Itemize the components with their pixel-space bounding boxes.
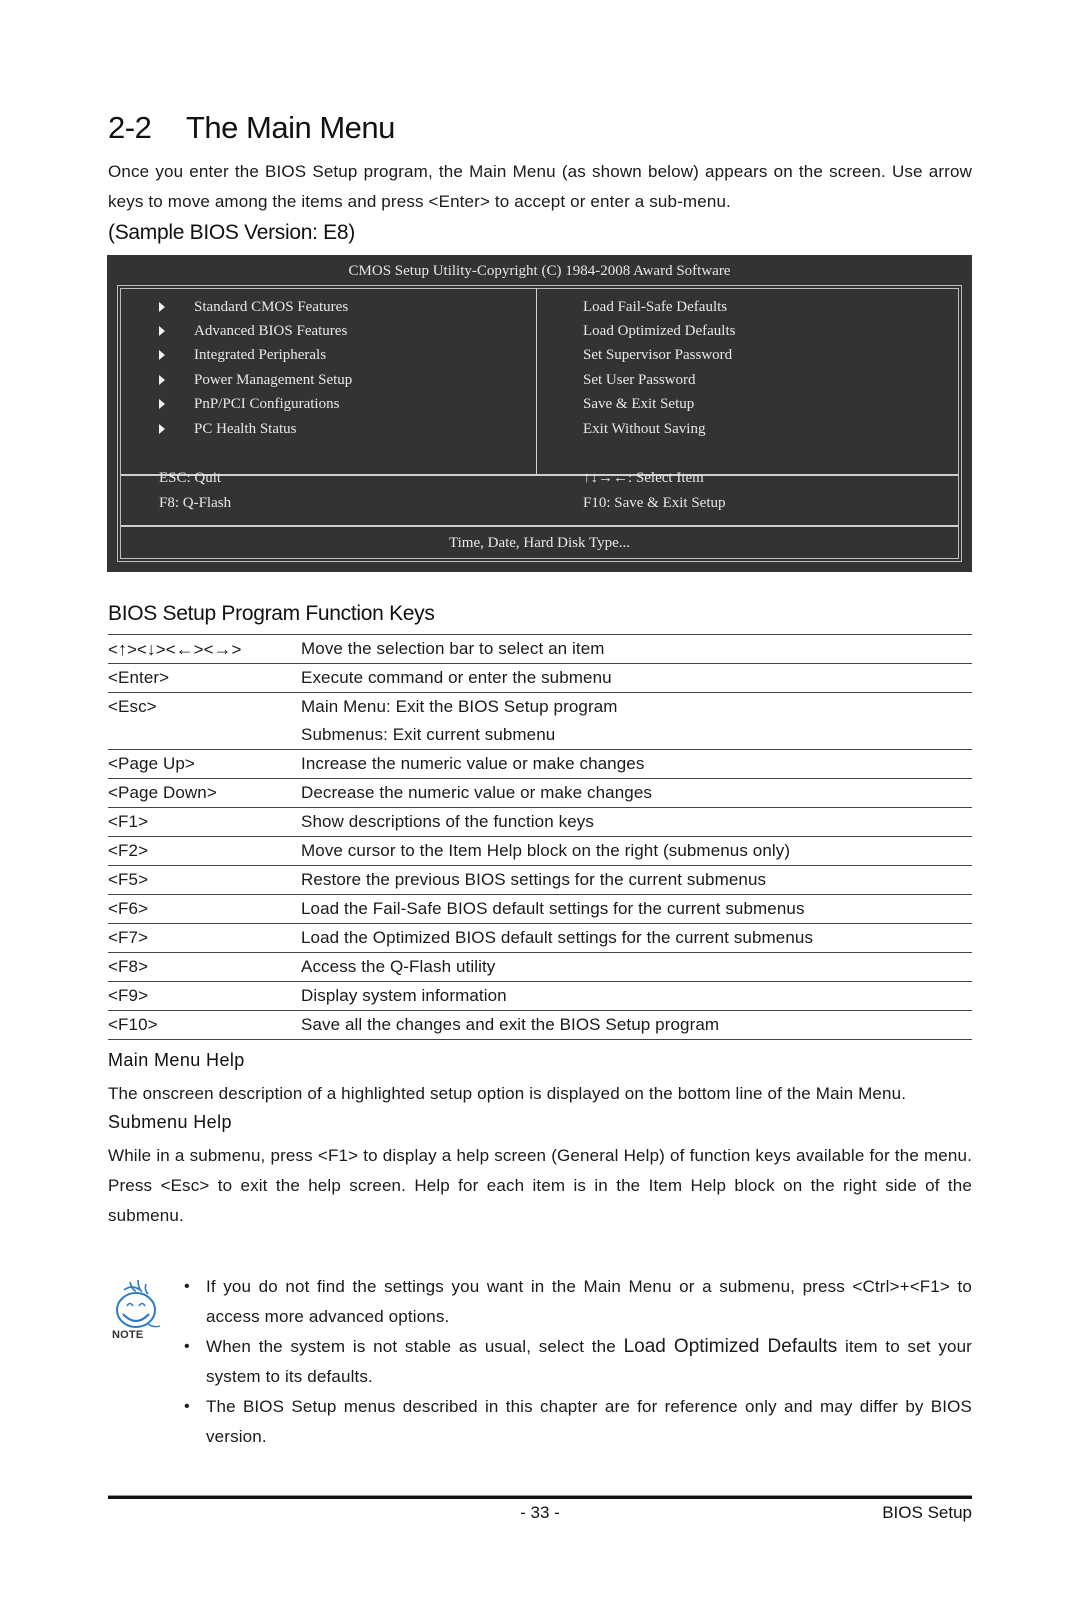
table-row: <F6> Load the Fail-Safe BIOS default set… xyxy=(108,894,972,923)
arrow-up-icon: ↑ xyxy=(117,639,127,659)
section-number: 2-2 xyxy=(108,110,152,145)
bios-divider xyxy=(121,474,958,476)
note-label: NOTE xyxy=(112,1329,144,1341)
bios-menu-item: Power Management Setup xyxy=(194,372,353,388)
key-description: Execute command or enter the submenu xyxy=(301,668,612,687)
key-name: <Page Up> xyxy=(108,754,195,773)
table-row: <F1> Show descriptions of the function k… xyxy=(108,807,972,836)
key-name: <F5> xyxy=(108,870,149,889)
key-description: Save all the changes and exit the BIOS S… xyxy=(301,1015,720,1034)
highlighted-term: Load Optimized Defaults xyxy=(623,1336,838,1357)
bios-hint-f8: F8: Q-Flash xyxy=(159,495,232,511)
key-name: <F10> xyxy=(108,1015,158,1034)
key-arrows: <↑><↓><←><→> xyxy=(108,639,242,659)
key-description: Submenus: Exit current submenu xyxy=(301,725,556,744)
bios-menu-item: Advanced BIOS Features xyxy=(194,323,348,339)
note-bullet: • When the system is not stable as usual… xyxy=(182,1332,972,1392)
arrow-left-icon: ← xyxy=(175,639,194,659)
bullet-icon: • xyxy=(184,1278,190,1295)
footer-rule xyxy=(108,1495,972,1499)
key-description: Load the Optimized BIOS default settings… xyxy=(301,928,814,947)
bios-header: CMOS Setup Utility-Copyright (C) 1984-20… xyxy=(348,263,731,279)
key-name: <F8> xyxy=(108,957,149,976)
key-description: Display system information xyxy=(301,986,507,1005)
arrow-down-icon: ↓ xyxy=(146,639,156,659)
section-title: 2-2 The Main Menu xyxy=(108,110,395,146)
page-number: - 33 - xyxy=(520,1503,560,1522)
table-row: <↑><↓><←><→> Move the selection bar to s… xyxy=(108,634,972,663)
submenu-arrow-icon xyxy=(159,302,165,312)
submenu-arrow-icon xyxy=(159,326,165,336)
table-row: <F5> Restore the previous BIOS settings … xyxy=(108,865,972,894)
bios-hint-select: ↑↓→←: Select Item xyxy=(583,470,704,486)
submenu-help-heading: Submenu Help xyxy=(108,1112,232,1132)
key-description: Move cursor to the Item Help block on th… xyxy=(301,841,791,860)
bios-menu-item: Load Fail-Safe Defaults xyxy=(583,299,728,315)
note-bullet: • If you do not find the settings you wa… xyxy=(182,1272,972,1332)
bullet-icon: • xyxy=(184,1398,190,1415)
bios-hint-f10: F10: Save & Exit Setup xyxy=(583,495,726,511)
table-row: <Page Down> Decrease the numeric value o… xyxy=(108,778,972,807)
table-row: <F9> Display system information xyxy=(108,981,972,1010)
bullet-icon: • xyxy=(184,1338,190,1355)
bios-divider xyxy=(121,525,958,527)
main-menu-help-text: The onscreen description of a highlighte… xyxy=(108,1084,907,1103)
bios-column-divider xyxy=(536,288,537,474)
sample-bios-version-label: (Sample BIOS Version: E8) xyxy=(108,221,355,244)
key-name: <F9> xyxy=(108,986,149,1005)
intro-paragraph: Once you enter the BIOS Setup program, t… xyxy=(108,162,972,211)
bios-main-menu-screenshot: CMOS Setup Utility-Copyright (C) 1984-20… xyxy=(107,255,972,572)
bios-menu-item: Set User Password xyxy=(583,372,696,388)
table-row: <Esc> Main Menu: Exit the BIOS Setup pro… xyxy=(108,692,972,749)
key-name: <F1> xyxy=(108,812,149,831)
key-description: Increase the numeric value or make chang… xyxy=(301,754,645,773)
table-row: <F10> Save all the changes and exit the … xyxy=(108,1010,972,1040)
table-row: <F7> Load the Optimized BIOS default set… xyxy=(108,923,972,952)
table-row: <Enter> Execute command or enter the sub… xyxy=(108,663,972,692)
section-title-text: The Main Menu xyxy=(186,110,395,145)
bios-menu-item: Load Optimized Defaults xyxy=(583,323,736,339)
bios-menu-item: PC Health Status xyxy=(194,421,297,437)
bios-menu-item: Integrated Peripherals xyxy=(194,347,327,363)
key-description: Access the Q-Flash utility xyxy=(301,957,496,976)
function-keys-table: <↑><↓><←><→> Move the selection bar to s… xyxy=(108,634,972,1040)
function-keys-heading: BIOS Setup Program Function Keys xyxy=(108,602,435,625)
bios-menu-item: Exit Without Saving xyxy=(583,421,706,437)
key-description: Load the Fail-Safe BIOS default settings… xyxy=(301,899,805,918)
bios-menu-item: Save & Exit Setup xyxy=(583,396,695,412)
key-description: Main Menu: Exit the BIOS Setup program xyxy=(301,697,618,716)
note-bullet-list: • If you do not find the settings you wa… xyxy=(182,1272,972,1452)
key-description: Decrease the numeric value or make chang… xyxy=(301,783,652,802)
footer-section-name: BIOS Setup xyxy=(882,1503,972,1522)
key-name: <Esc> xyxy=(108,697,157,716)
bios-hint-esc: ESC: Quit xyxy=(159,470,222,486)
main-menu-help-heading: Main Menu Help xyxy=(108,1050,245,1070)
note-bullet: • The BIOS Setup menus described in this… xyxy=(182,1392,972,1452)
table-row: <F8> Access the Q-Flash utility xyxy=(108,952,972,981)
submenu-arrow-icon xyxy=(159,424,165,434)
key-name: <F7> xyxy=(108,928,149,947)
submenu-arrow-icon xyxy=(159,375,165,385)
key-name: <F2> xyxy=(108,841,149,860)
key-description: Restore the previous BIOS settings for t… xyxy=(301,870,767,889)
arrow-right-icon: → xyxy=(213,639,232,659)
key-name: <Enter> xyxy=(108,668,170,687)
key-description: Move the selection bar to select an item xyxy=(301,639,605,658)
table-row: <Page Up> Increase the numeric value or … xyxy=(108,749,972,778)
key-name: <Page Down> xyxy=(108,783,217,802)
key-name: <F6> xyxy=(108,899,149,918)
bios-menu-item: Standard CMOS Features xyxy=(194,299,349,315)
submenu-arrow-icon xyxy=(159,399,165,409)
bios-menu-item: Set Supervisor Password xyxy=(583,347,733,363)
bios-status-line: Time, Date, Hard Disk Type... xyxy=(448,535,631,551)
table-row: <F2> Move cursor to the Item Help block … xyxy=(108,836,972,865)
key-description: Show descriptions of the function keys xyxy=(301,812,594,831)
submenu-arrow-icon xyxy=(159,350,165,360)
bios-menu-item: PnP/PCI Configurations xyxy=(194,396,340,412)
submenu-help-text: While in a submenu, press <F1> to displa… xyxy=(108,1146,972,1225)
